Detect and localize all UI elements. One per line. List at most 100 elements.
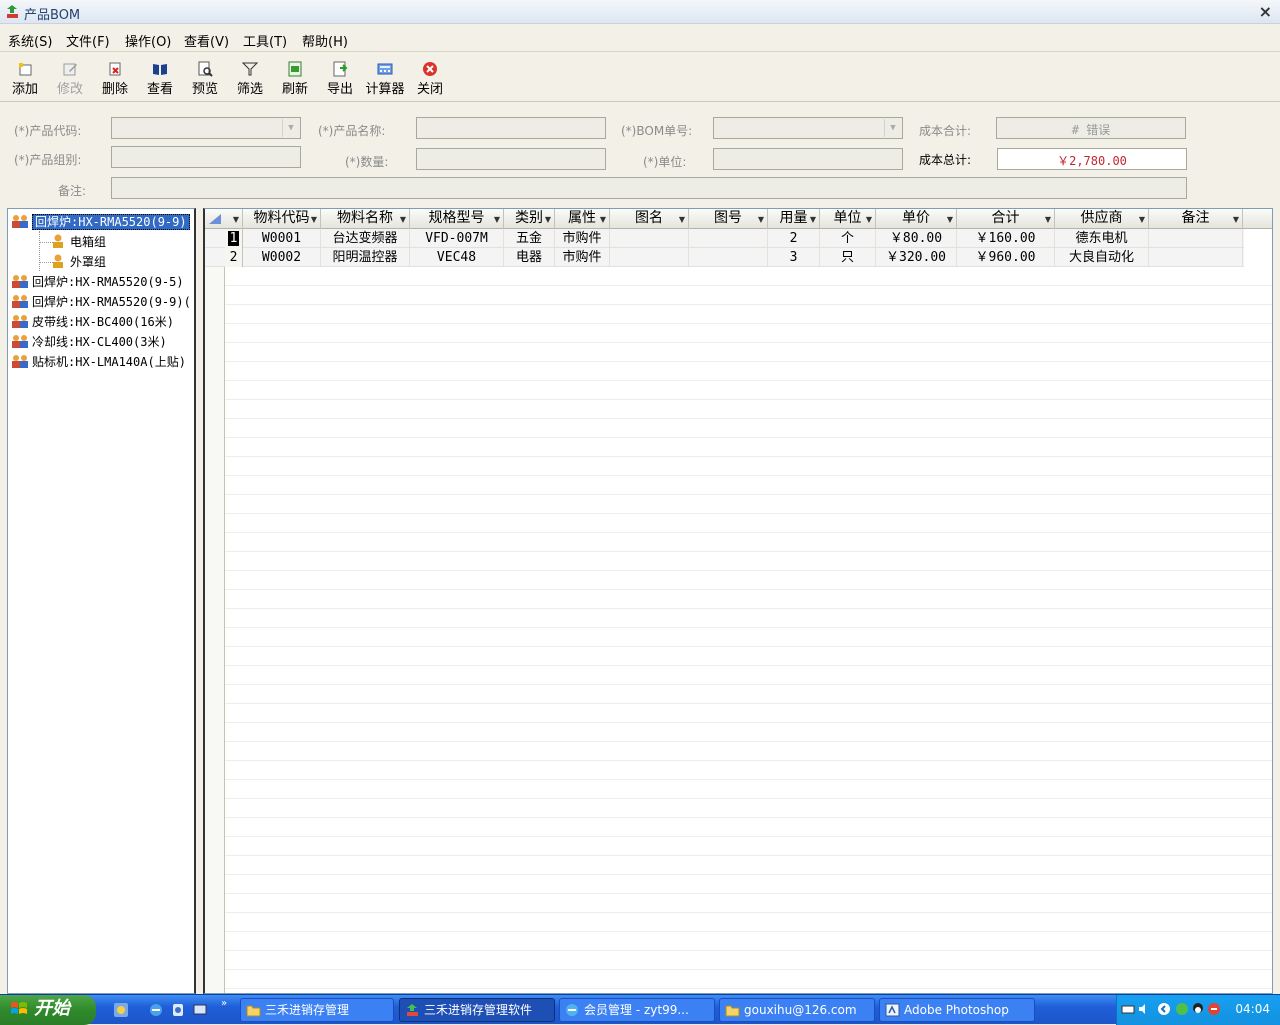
table-row[interactable]: 1 W0001 台达变频器 VFD-007M 五金 市购件 2 个 ￥80.00 ￥160.00 德… <box>205 229 1244 248</box>
cell-drawing-name[interactable] <box>610 229 689 248</box>
menu-file[interactable]: 文件(F) <box>66 31 110 50</box>
chevron-down-icon[interactable]: ▼ <box>545 210 551 229</box>
taskbar-button-ie[interactable]: 会员管理 - zyt99... <box>559 998 715 1022</box>
chevron-down-icon[interactable]: ▼ <box>282 119 299 137</box>
menu-system[interactable]: 系统(S) <box>8 31 52 50</box>
cell-drawing-no[interactable] <box>689 248 768 267</box>
tree-node-product[interactable]: 冷却线:HX-CL400(3米) <box>10 333 167 351</box>
tree-node-product[interactable]: 回焊炉:HX-RMA5520(9-9) <box>10 213 190 231</box>
cell-spec[interactable]: VEC48 <box>410 248 504 267</box>
menu-tools[interactable]: 工具(T) <box>243 31 287 50</box>
filter-button[interactable]: 筛选 <box>230 61 270 101</box>
taskbar-button-mail[interactable]: gouxihu@126.com <box>719 998 875 1022</box>
cell-supplier[interactable]: 德东电机 <box>1055 229 1149 248</box>
cell-remarks[interactable] <box>1149 248 1243 267</box>
preview-button[interactable]: 预览 <box>185 61 225 101</box>
column-header-drawing-no[interactable]: 图号 ▼ <box>689 209 768 229</box>
calculator-button[interactable]: 计算器 <box>365 61 405 101</box>
product-group-field[interactable] <box>111 146 301 168</box>
view-button[interactable]: 查看 <box>140 61 180 101</box>
product-code-select[interactable]: ▼ <box>111 117 301 139</box>
cell-name[interactable]: 台达变频器 <box>321 229 410 248</box>
start-button[interactable]: 开始 <box>0 995 96 1025</box>
row-number[interactable]: 1 <box>225 229 243 248</box>
chevron-down-icon[interactable]: ▼ <box>1233 210 1239 229</box>
sound-icon[interactable] <box>1137 1002 1151 1016</box>
column-header-drawing-name[interactable]: 图名 ▼ <box>610 209 689 229</box>
cell-attribute[interactable]: 市购件 <box>555 229 610 248</box>
cell-remarks[interactable] <box>1149 229 1243 248</box>
menu-help[interactable]: 帮助(H) <box>302 31 348 50</box>
chevron-down-icon[interactable]: ▼ <box>866 210 872 229</box>
network-icon[interactable] <box>1175 1002 1189 1016</box>
tree-node-product[interactable]: 回焊炉:HX-RMA5520(9-5) <box>10 273 184 291</box>
cell-category[interactable]: 电器 <box>504 248 555 267</box>
column-header-unit-price[interactable]: 单价 ▼ <box>876 209 957 229</box>
chevron-down-icon[interactable]: ▼ <box>1139 210 1145 229</box>
refresh-button[interactable]: 刷新 <box>275 61 315 101</box>
cell-name[interactable]: 阳明温控器 <box>321 248 410 267</box>
cell-drawing-no[interactable] <box>689 229 768 248</box>
chevron-down-icon[interactable]: ▼ <box>758 210 764 229</box>
column-header-spec[interactable]: 规格型号 ▼ <box>410 209 504 229</box>
row-number[interactable]: 2 <box>225 248 243 267</box>
chevron-down-icon[interactable]: ▼ <box>947 210 953 229</box>
column-header-code[interactable]: 物料代码 ▼ <box>243 209 321 229</box>
tree-node-product[interactable]: 回焊炉:HX-RMA5520(9-9)( <box>10 293 191 311</box>
bom-no-select[interactable]: ▼ <box>713 117 903 139</box>
cell-drawing-name[interactable] <box>610 248 689 267</box>
menu-operation[interactable]: 操作(O) <box>125 31 171 50</box>
chevron-down-icon[interactable]: ▼ <box>400 210 406 229</box>
quicklaunch-media-icon[interactable] <box>170 1002 186 1018</box>
product-name-field[interactable] <box>416 117 606 139</box>
keyboard-icon[interactable] <box>1121 1002 1135 1016</box>
tree-node-product[interactable]: 贴标机:HX-LMA140A(上贴) <box>10 353 186 371</box>
export-button[interactable]: 导出 <box>320 61 360 101</box>
column-header-quantity[interactable]: 用量 ▼ <box>768 209 820 229</box>
add-button[interactable]: 添加 <box>5 61 45 101</box>
cell-category[interactable]: 五金 <box>504 229 555 248</box>
cell-quantity[interactable]: 3 <box>768 248 820 267</box>
cell-unit[interactable]: 个 <box>820 229 876 248</box>
cell-supplier[interactable]: 大良自动化 <box>1055 248 1149 267</box>
taskbar-button-app[interactable]: 三禾进销存管理软件 <box>399 998 555 1022</box>
cell-code[interactable]: W0001 <box>243 229 321 248</box>
table-row[interactable]: 2 W0002 阳明温控器 VEC48 电器 市购件 3 只 ￥320.00 ￥960.00 大良自… <box>205 248 1244 267</box>
remarks-field[interactable] <box>111 177 1187 199</box>
qq-icon[interactable] <box>1191 1002 1205 1016</box>
menu-view[interactable]: 查看(V) <box>184 31 229 50</box>
quicklaunch-ie-icon[interactable] <box>148 1002 164 1018</box>
taskbar-button-folder[interactable]: 三禾进销存管理 <box>240 998 394 1022</box>
tree-node-product[interactable]: 皮带线:HX-BC400(16米) <box>10 313 174 331</box>
column-header-category[interactable]: 类别 ▼ <box>504 209 555 229</box>
chevron-down-icon[interactable]: ▼ <box>810 210 816 229</box>
column-header-supplier[interactable]: 供应商 ▼ <box>1055 209 1149 229</box>
cell-total[interactable]: ￥160.00 <box>957 229 1055 248</box>
quicklaunch-app-icon[interactable] <box>113 1002 129 1018</box>
grid-select-all[interactable]: ▼ <box>205 209 243 229</box>
column-header-name[interactable]: 物料名称 ▼ <box>321 209 410 229</box>
quicklaunch-more-icon[interactable]: » <box>221 998 227 1009</box>
cell-unit[interactable]: 只 <box>820 248 876 267</box>
quicklaunch-desktop-icon[interactable] <box>192 1002 208 1018</box>
column-header-unit[interactable]: 单位 ▼ <box>820 209 876 229</box>
delete-button[interactable]: 删除 <box>95 61 135 101</box>
edit-button[interactable]: 修改 <box>50 61 90 101</box>
column-header-total[interactable]: 合计 ▼ <box>957 209 1055 229</box>
chevron-down-icon[interactable]: ▼ <box>884 119 901 137</box>
tree-node-group[interactable]: 外罩组 <box>48 253 106 271</box>
cell-attribute[interactable]: 市购件 <box>555 248 610 267</box>
close-button[interactable]: 关闭 <box>410 61 450 101</box>
column-header-remarks[interactable]: 备注 ▼ <box>1149 209 1243 229</box>
cell-unit-price[interactable]: ￥320.00 <box>876 248 957 267</box>
chevron-down-icon[interactable]: ▼ <box>311 210 317 229</box>
quantity-field[interactable] <box>416 148 606 170</box>
cell-spec[interactable]: VFD-007M <box>410 229 504 248</box>
cell-unit-price[interactable]: ￥80.00 <box>876 229 957 248</box>
cell-quantity[interactable]: 2 <box>768 229 820 248</box>
taskbar-button-photoshop[interactable]: Adobe Photoshop <box>879 998 1035 1022</box>
unit-field[interactable] <box>713 148 903 170</box>
security-icon[interactable] <box>1207 1002 1221 1016</box>
window-close-button[interactable]: × <box>1259 2 1272 21</box>
cell-code[interactable]: W0002 <box>243 248 321 267</box>
